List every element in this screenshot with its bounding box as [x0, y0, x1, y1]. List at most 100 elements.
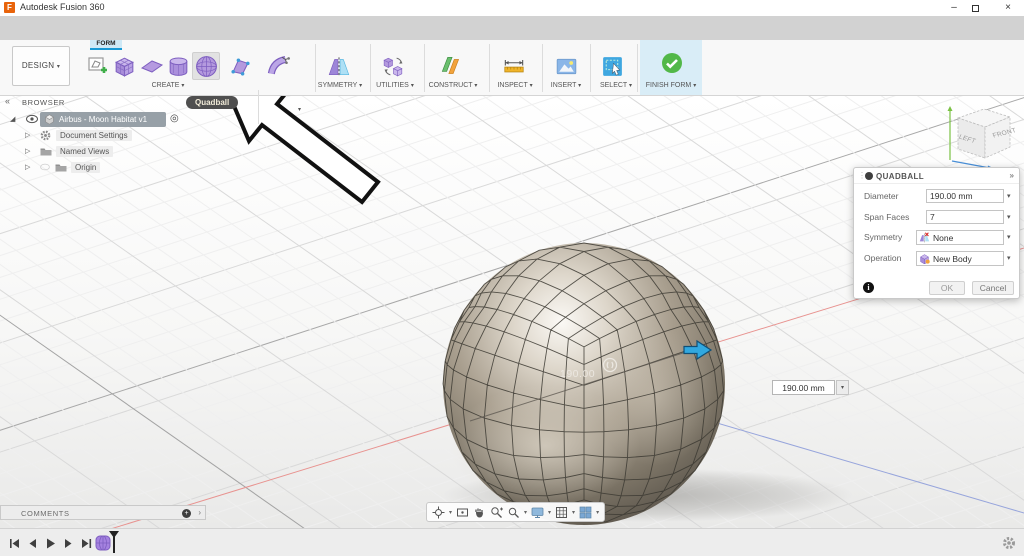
timeline-play-icon[interactable]	[44, 537, 57, 550]
quadball-tooltip: Quadball	[186, 96, 239, 109]
symmetry-caret-icon[interactable]: ▾	[1007, 233, 1011, 241]
insert-caret-icon: ▾	[578, 83, 582, 89]
create-face-button[interactable]	[226, 52, 254, 80]
dialog-header[interactable]: ⋮ QUADBALL »	[854, 168, 1019, 184]
document-settings-gear-icon	[40, 130, 51, 141]
create-label-text: CREATE	[151, 82, 180, 89]
utilities-button[interactable]	[379, 52, 407, 80]
cylinder-icon	[169, 56, 187, 76]
grid-caret-icon[interactable]: ▾	[572, 509, 575, 516]
select-button[interactable]	[598, 52, 626, 80]
origin-hidden-eye-icon[interactable]	[39, 163, 51, 171]
browser-item-origin[interactable]: Origin	[71, 162, 101, 173]
span-faces-input[interactable]	[926, 210, 1004, 224]
utilities-group-label[interactable]: UTILITIES ▾	[376, 82, 414, 89]
timeline-step-back-icon[interactable]	[26, 537, 39, 550]
view-cube[interactable]: LEFT FRONT	[942, 98, 1022, 170]
diameter-input[interactable]	[926, 189, 1004, 203]
new-body-icon	[920, 254, 930, 264]
inspect-button[interactable]	[500, 52, 528, 80]
doc-settings-expand-icon[interactable]: ▷	[25, 131, 30, 139]
fit-icon[interactable]	[507, 506, 520, 519]
inspect-group-label[interactable]: INSPECT ▾	[497, 82, 532, 89]
create-sketch-button[interactable]	[84, 52, 112, 80]
browser-collapse-icon[interactable]: «	[5, 96, 10, 106]
viewports-icon[interactable]	[579, 506, 592, 519]
look-at-icon[interactable]	[456, 506, 469, 519]
browser-root-item[interactable]: Airbus - Moon Habitat v1	[40, 112, 166, 127]
create-more-caret-icon[interactable]: ▾	[298, 106, 301, 113]
maximize-button[interactable]	[972, 5, 979, 12]
zoom-icon[interactable]	[490, 506, 504, 519]
operation-caret-icon[interactable]: ▾	[1007, 254, 1011, 262]
construct-group-label[interactable]: CONSTRUCT ▾	[429, 82, 478, 89]
display-settings-icon[interactable]	[531, 506, 544, 519]
timeline-skip-end-icon[interactable]	[80, 537, 93, 550]
create-pipe-button[interactable]	[266, 52, 294, 80]
pan-icon[interactable]	[473, 506, 486, 519]
create-plane-button[interactable]	[138, 52, 166, 80]
add-comment-icon[interactable]: +	[182, 509, 191, 518]
symmetry-group-label[interactable]: SYMMETRY ▾	[318, 82, 362, 89]
diameter-inline-caret-icon[interactable]: ▾	[836, 380, 849, 395]
fit-caret-icon[interactable]: ▾	[524, 509, 527, 516]
diameter-inline-input[interactable]	[772, 380, 835, 395]
settings-gear-icon[interactable]	[1002, 536, 1016, 550]
comments-expand-icon[interactable]: ›	[198, 508, 201, 517]
ok-button[interactable]: OK	[929, 281, 965, 295]
app-title: Autodesk Fusion 360	[20, 2, 105, 12]
timeline-playhead[interactable]	[108, 530, 120, 554]
browser-item-named-views[interactable]: Named Views	[56, 146, 114, 157]
span-faces-caret-icon[interactable]: ▾	[1007, 213, 1011, 221]
create-group-label[interactable]: CREATE ▾	[152, 82, 185, 89]
workspace-caret-icon: ▾	[56, 64, 61, 70]
create-box-button[interactable]	[110, 52, 138, 80]
symmetry-caret-icon: ▾	[359, 83, 363, 89]
finish-form-check-icon	[662, 53, 682, 73]
timeline-skip-start-icon[interactable]	[8, 537, 21, 550]
dialog-pin-icon[interactable]: »	[1010, 171, 1014, 180]
diameter-label: Diameter	[864, 191, 899, 201]
timeline-step-forward-icon[interactable]	[62, 537, 75, 550]
root-expand-icon[interactable]: ◢	[10, 115, 15, 123]
construct-caret-icon: ▾	[474, 83, 478, 89]
dialog-info-icon[interactable]: i	[863, 282, 874, 293]
construct-button[interactable]	[437, 52, 465, 80]
grid-display-icon[interactable]	[555, 506, 568, 519]
pipe-icon	[267, 56, 290, 75]
browser-title: BROWSER	[22, 98, 65, 107]
insert-button[interactable]	[552, 52, 580, 80]
create-caret-icon: ▾	[181, 83, 185, 89]
viewport-canvas[interactable]: LEFT FRONT	[0, 96, 1024, 528]
viewports-caret-icon[interactable]: ▾	[596, 509, 599, 516]
create-cylinder-button[interactable]	[164, 52, 192, 80]
quadball-dialog: ⋮ QUADBALL » Diameter ▾ Span Faces ▾ Sym…	[853, 167, 1020, 299]
browser-item-document-settings[interactable]: Document Settings	[56, 130, 132, 141]
form-context-tab[interactable]: FORM	[90, 39, 122, 50]
quadball-body[interactable]	[0, 96, 1024, 528]
create-quadball-button[interactable]	[192, 52, 220, 80]
workspace-label: DESIGN	[21, 61, 55, 70]
operation-dropdown[interactable]: New Body	[916, 251, 1004, 266]
insert-group-label[interactable]: INSERT ▾	[551, 82, 581, 89]
finish-form-button[interactable]: FINISH FORM ▾	[640, 40, 702, 95]
orbit-caret-icon[interactable]: ▾	[449, 509, 452, 516]
minimize-button[interactable]: –	[948, 2, 960, 14]
select-group-label[interactable]: SELECT ▾	[600, 82, 632, 89]
close-button[interactable]: ×	[1002, 2, 1014, 14]
symmetry-label-text: SYMMETRY	[317, 82, 358, 89]
cancel-button[interactable]: Cancel	[972, 281, 1014, 295]
diameter-caret-icon[interactable]: ▾	[1007, 192, 1011, 200]
origin-expand-icon[interactable]: ▷	[25, 163, 30, 171]
group-separator	[370, 44, 371, 92]
comments-bar[interactable]: COMMENTS + ›	[0, 505, 206, 520]
symmetry-button[interactable]	[325, 52, 353, 80]
workspace-selector[interactable]: DESIGN ▾	[12, 46, 70, 86]
display-caret-icon[interactable]: ▾	[548, 509, 551, 516]
root-visibility-eye-icon[interactable]	[26, 114, 38, 124]
symmetry-dropdown[interactable]: None	[916, 230, 1004, 245]
finish-form-group-label: FINISH FORM ▾	[646, 82, 696, 89]
orbit-icon[interactable]	[432, 506, 445, 519]
named-views-expand-icon[interactable]: ▷	[25, 147, 30, 155]
activate-component-icon[interactable]: ◎	[170, 113, 179, 124]
